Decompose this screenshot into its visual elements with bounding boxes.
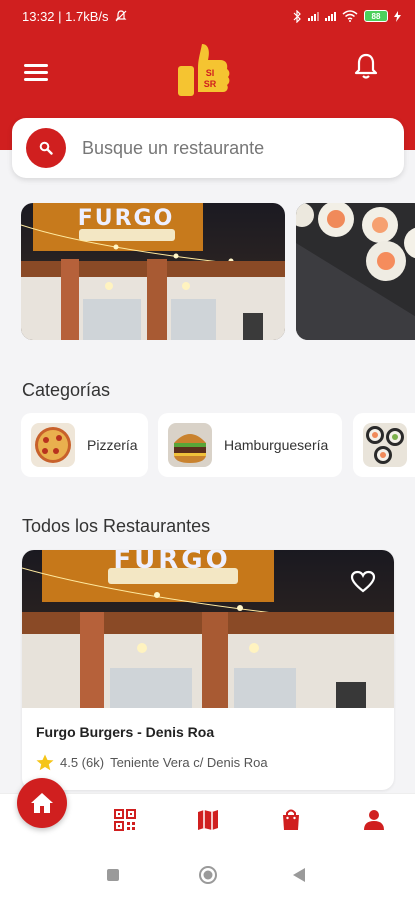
- promo-banner-furgo[interactable]: FURGO: [21, 203, 285, 340]
- category-label: Hamburguesería: [224, 437, 329, 453]
- menu-icon-bar: [24, 78, 48, 81]
- restaurant-name: Furgo Burgers - Denis Roa: [36, 724, 215, 740]
- furgo-restaurant-photo: FURGO: [21, 203, 285, 340]
- promo-banner-sushi[interactable]: [296, 203, 415, 340]
- category-hamburgueseria[interactable]: Hamburguesería: [158, 413, 342, 477]
- restaurant-address: Teniente Vera c/ Denis Roa: [110, 755, 268, 770]
- status-bar: 13:32 | 1.7kB/s 88: [0, 0, 415, 32]
- restaurant-rating: 4.5 (6k): [60, 755, 105, 770]
- burger-image: [168, 423, 212, 467]
- bluetooth-icon: [293, 9, 301, 23]
- signal-icon: [308, 11, 319, 21]
- charging-icon: [394, 10, 401, 22]
- furgo-sign-text: FURGO: [78, 206, 175, 231]
- search-input[interactable]: [82, 137, 382, 159]
- svg-text:SR: SR: [204, 79, 217, 89]
- restaurant-card[interactable]: FURGO Furgo Burgers - Denis Roa 4.5 (6k)…: [22, 550, 394, 790]
- sushi-image: [363, 423, 407, 467]
- search-button[interactable]: [26, 128, 66, 168]
- home-icon: [31, 793, 53, 813]
- wifi-icon: [342, 10, 358, 22]
- menu-icon-bar: [24, 71, 48, 74]
- qr-code-icon[interactable]: [113, 808, 137, 832]
- category-pizzeria[interactable]: Pizzería: [21, 413, 148, 477]
- home-button[interactable]: [17, 778, 67, 828]
- restaurant-photo: FURGO: [22, 550, 394, 708]
- notification-bell-icon[interactable]: [354, 52, 378, 80]
- menu-button[interactable]: [24, 64, 48, 84]
- category-sushi[interactable]: [353, 413, 415, 477]
- thumbs-up-logo: SI SR: [178, 44, 230, 96]
- shopping-bag-icon[interactable]: [279, 808, 303, 832]
- svg-text:SI: SI: [206, 68, 215, 78]
- home-system-button[interactable]: [198, 865, 218, 885]
- pizza-image: [31, 423, 75, 467]
- category-label: Pizzería: [87, 437, 138, 453]
- battery-icon: 88: [364, 10, 388, 22]
- back-button[interactable]: [292, 867, 306, 883]
- star-icon: [36, 754, 54, 771]
- signal-icon-2: [325, 11, 336, 21]
- mute-icon: [115, 10, 126, 22]
- status-time: 13:32 | 1.7kB/s: [22, 8, 109, 24]
- map-icon[interactable]: [196, 808, 220, 832]
- categories-title: Categorías: [22, 380, 111, 400]
- search-icon: [39, 141, 53, 155]
- furgo-sign-text: FURGO: [113, 550, 230, 575]
- recent-apps-button[interactable]: [106, 868, 120, 882]
- restaurants-title: Todos los Restaurantes: [22, 516, 211, 536]
- sushi-photo: [296, 203, 415, 340]
- search-bar[interactable]: [12, 118, 404, 178]
- favorite-heart-icon[interactable]: [350, 570, 376, 594]
- restaurant-meta: 4.5 (6k) Teniente Vera c/ Denis Roa: [36, 754, 268, 771]
- menu-icon-bar: [24, 64, 48, 67]
- profile-icon[interactable]: [362, 808, 386, 832]
